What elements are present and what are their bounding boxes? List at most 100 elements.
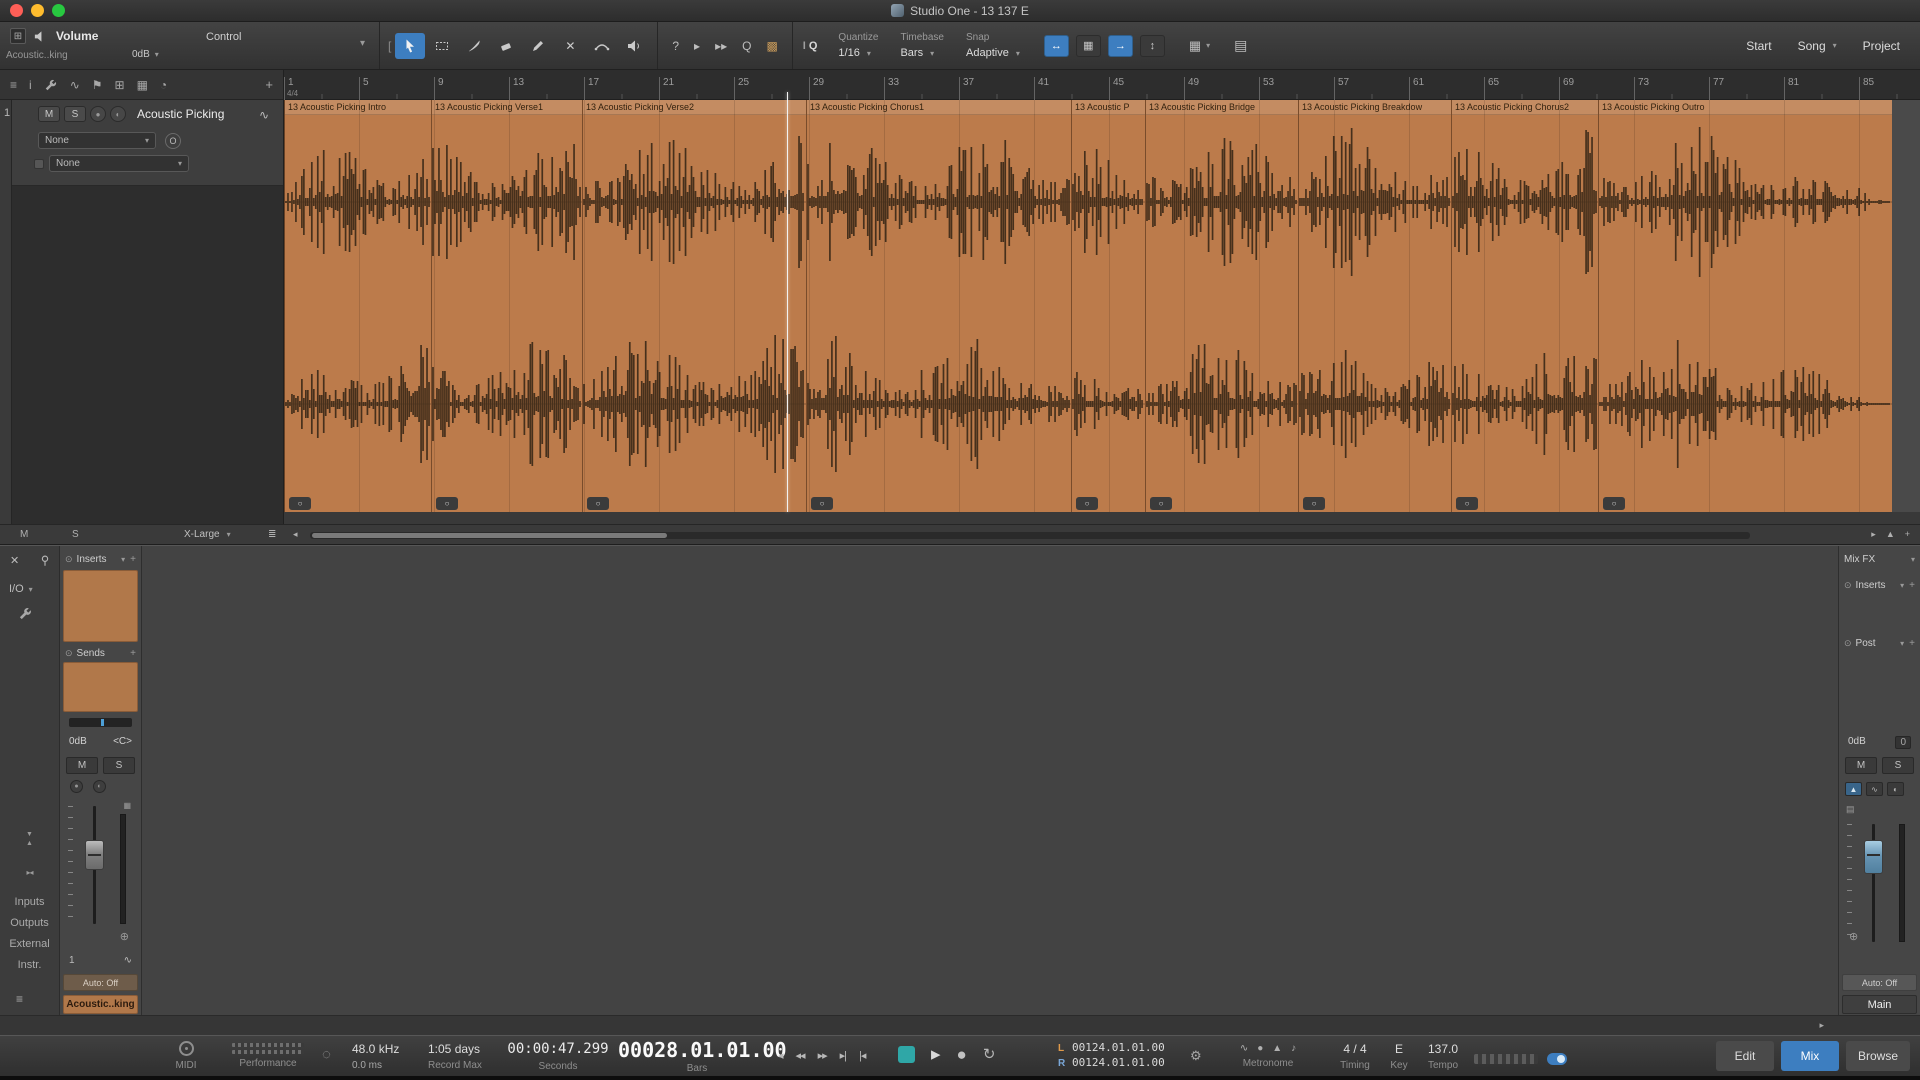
tempo-display[interactable]: 137.0 Tempo bbox=[1418, 1042, 1468, 1071]
automation-mode-dropdown-icon[interactable]: ▾ bbox=[360, 38, 365, 49]
automation-mode-button[interactable]: Auto: Off bbox=[63, 974, 138, 991]
sample-rate-display[interactable]: 48.0 kHz 0.0 ms bbox=[352, 1042, 399, 1071]
metronome-option-icon[interactable]: ▲ bbox=[1272, 1043, 1282, 1054]
main-menu-icon[interactable]: ▤ bbox=[1846, 804, 1855, 815]
main-automation-mode-button[interactable]: Auto: Off bbox=[1842, 974, 1917, 991]
quantize-dropdown[interactable]: 1/16 ▾ bbox=[838, 47, 878, 59]
transport-nav-button[interactable]: ▸| bbox=[840, 1049, 846, 1062]
midi-monitor[interactable]: MIDI bbox=[156, 1041, 216, 1071]
play-quantized-icon[interactable]: ▸▸ bbox=[715, 39, 727, 53]
transport-nav-button[interactable]: ◂ bbox=[778, 1049, 783, 1062]
add-insert-button[interactable]: + bbox=[130, 554, 136, 565]
clip-anchor-marker[interactable]: ○ bbox=[289, 497, 311, 510]
link-icon[interactable]: ◐ bbox=[1887, 782, 1904, 796]
track-mute-button[interactable]: M bbox=[38, 106, 60, 122]
playhead[interactable] bbox=[787, 92, 788, 512]
ripple-edit-toggle[interactable]: ↕ bbox=[1140, 35, 1165, 57]
console-nav-inputs[interactable]: Inputs bbox=[15, 896, 45, 908]
collapse-down-icon[interactable]: ▼ bbox=[0, 830, 59, 839]
eraser-tool-button[interactable] bbox=[491, 33, 521, 59]
split-tool-button[interactable] bbox=[459, 33, 489, 59]
metronome-option-icon[interactable]: ● bbox=[1257, 1043, 1263, 1054]
clip-anchor-marker[interactable]: ○ bbox=[436, 497, 458, 510]
audio-clip[interactable]: 13 Acoustic Picking Verse1○ bbox=[431, 100, 582, 512]
channel-record-arm-button[interactable]: ● bbox=[70, 780, 83, 793]
output-toggle[interactable] bbox=[1547, 1053, 1567, 1065]
metronome-option-icon[interactable]: ∿ bbox=[1240, 1043, 1248, 1054]
pin-icon[interactable] bbox=[38, 553, 52, 568]
listen-tool-button[interactable] bbox=[619, 33, 649, 59]
track-menu-icon[interactable]: ≡ bbox=[10, 78, 17, 92]
track-record-arm-button[interactable]: ● bbox=[90, 106, 106, 122]
power-icon[interactable]: ⊙ bbox=[1844, 638, 1852, 649]
main-fader-handle[interactable] bbox=[1864, 840, 1883, 874]
chevron-down-icon[interactable]: ▾ bbox=[1900, 581, 1904, 590]
macros-icon[interactable]: ▩ bbox=[766, 39, 777, 53]
chevron-down-icon[interactable]: ▾ bbox=[1900, 639, 1904, 648]
zoom-window-button[interactable] bbox=[52, 4, 65, 17]
metronome-option-icon[interactable]: ♪ bbox=[1291, 1043, 1296, 1054]
io-dropdown[interactable]: I/O ▾ bbox=[9, 583, 33, 595]
loop-locators[interactable]: L 00124.01.01.00 R 00124.01.01.00 bbox=[1058, 1041, 1165, 1071]
track-solo-button[interactable]: S bbox=[64, 106, 86, 122]
minimize-window-button[interactable] bbox=[31, 4, 44, 17]
transport-nav-button[interactable]: |◂ bbox=[859, 1049, 865, 1062]
input-quantize-toggle[interactable]: I Q bbox=[793, 22, 828, 69]
scroll-right-icon[interactable]: ▸ bbox=[1871, 529, 1876, 540]
channel-solo-button[interactable]: S bbox=[103, 757, 135, 774]
paint-tool-button[interactable] bbox=[523, 33, 553, 59]
bend-tool-button[interactable] bbox=[587, 33, 617, 59]
track-instrument-dropdown[interactable]: None ▾ bbox=[49, 155, 189, 172]
audio-clip[interactable]: 13 Acoustic Picking Bridge○ bbox=[1145, 100, 1298, 512]
audio-clip[interactable]: 13 Acoustic Picking Verse2○ bbox=[582, 100, 806, 512]
clip-anchor-marker[interactable]: ○ bbox=[1303, 497, 1325, 510]
chevron-down-icon[interactable]: ▾ bbox=[121, 555, 125, 564]
scroll-left-icon[interactable]: ◂ bbox=[293, 529, 298, 540]
clip-anchor-marker[interactable]: ○ bbox=[587, 497, 609, 510]
audio-clip[interactable]: 13 Acoustic Picking Chorus1○ bbox=[806, 100, 1071, 512]
clip-anchor-marker[interactable]: ○ bbox=[1076, 497, 1098, 510]
play-button[interactable]: ▸ bbox=[931, 1046, 941, 1063]
output-volume-slider[interactable] bbox=[1474, 1054, 1538, 1064]
main-channel-name[interactable]: Main bbox=[1842, 995, 1917, 1014]
add-track-button[interactable]: + bbox=[265, 77, 273, 92]
channel-name[interactable]: Acoustic..king bbox=[63, 995, 138, 1014]
add-send-button[interactable]: + bbox=[130, 648, 136, 659]
phase-icon[interactable]: ∿ bbox=[1866, 782, 1883, 796]
audio-clip[interactable]: 13 Acoustic Picking Outro○ bbox=[1598, 100, 1892, 512]
transport-nav-button[interactable]: ▸▸ bbox=[818, 1049, 827, 1062]
grid-options[interactable]: ▦ ▾ bbox=[1178, 22, 1221, 69]
mute-tool-button[interactable]: ✕ bbox=[555, 33, 585, 59]
timebase-dropdown[interactable]: Bars ▾ bbox=[900, 47, 944, 59]
channel-gain-value[interactable]: 0dB bbox=[69, 736, 87, 747]
clip-anchor-marker[interactable]: ○ bbox=[1603, 497, 1625, 510]
add-insert-button[interactable]: + bbox=[1909, 580, 1915, 591]
group-icon[interactable]: ⊞ bbox=[115, 78, 125, 92]
edit-view-button[interactable]: Edit bbox=[1716, 1041, 1774, 1071]
range-tool-button[interactable] bbox=[427, 33, 457, 59]
snap-to-grid-toggle[interactable]: ↔ bbox=[1044, 35, 1069, 57]
add-post-button[interactable]: + bbox=[1909, 638, 1915, 649]
zoom-vertical-icon[interactable]: ▲ bbox=[1886, 529, 1895, 540]
global-mute-button[interactable]: M bbox=[20, 529, 28, 540]
record-time-display[interactable]: 1:05 days Record Max bbox=[428, 1042, 482, 1071]
track-list-icon[interactable]: ≣ bbox=[268, 529, 276, 540]
channel-monitor-button[interactable]: ◐ bbox=[93, 780, 106, 793]
time-icon[interactable]: ◔ bbox=[160, 78, 167, 92]
clip-anchor-marker[interactable]: ○ bbox=[1150, 497, 1172, 510]
automation-icon[interactable]: ⊞ bbox=[10, 28, 26, 44]
console-scroll-right-icon[interactable]: ▸ bbox=[1819, 1020, 1824, 1031]
close-console-icon[interactable]: ✕ bbox=[10, 554, 19, 567]
marker-flag-icon[interactable]: ⚑ bbox=[92, 78, 103, 92]
main-gain-value[interactable]: 0dB bbox=[1848, 736, 1866, 749]
meter-options-icon[interactable]: ▦ bbox=[123, 801, 131, 810]
track-header[interactable]: 1 M S ● ◐ Acoustic Picking ∿ None ▾ bbox=[12, 100, 283, 186]
audio-clip[interactable]: 13 Acoustic Picking Intro○ bbox=[284, 100, 431, 512]
power-icon[interactable]: ⊙ bbox=[65, 554, 73, 565]
clip-anchor-marker[interactable]: ○ bbox=[1456, 497, 1478, 510]
clip-anchor-marker[interactable]: ○ bbox=[811, 497, 833, 510]
main-spatial-icon[interactable]: ⊕ bbox=[1849, 930, 1858, 943]
quantize-icon[interactable]: Q bbox=[742, 39, 751, 53]
sends-drop-area[interactable] bbox=[63, 662, 138, 712]
start-page-link[interactable]: Start bbox=[1746, 39, 1771, 53]
